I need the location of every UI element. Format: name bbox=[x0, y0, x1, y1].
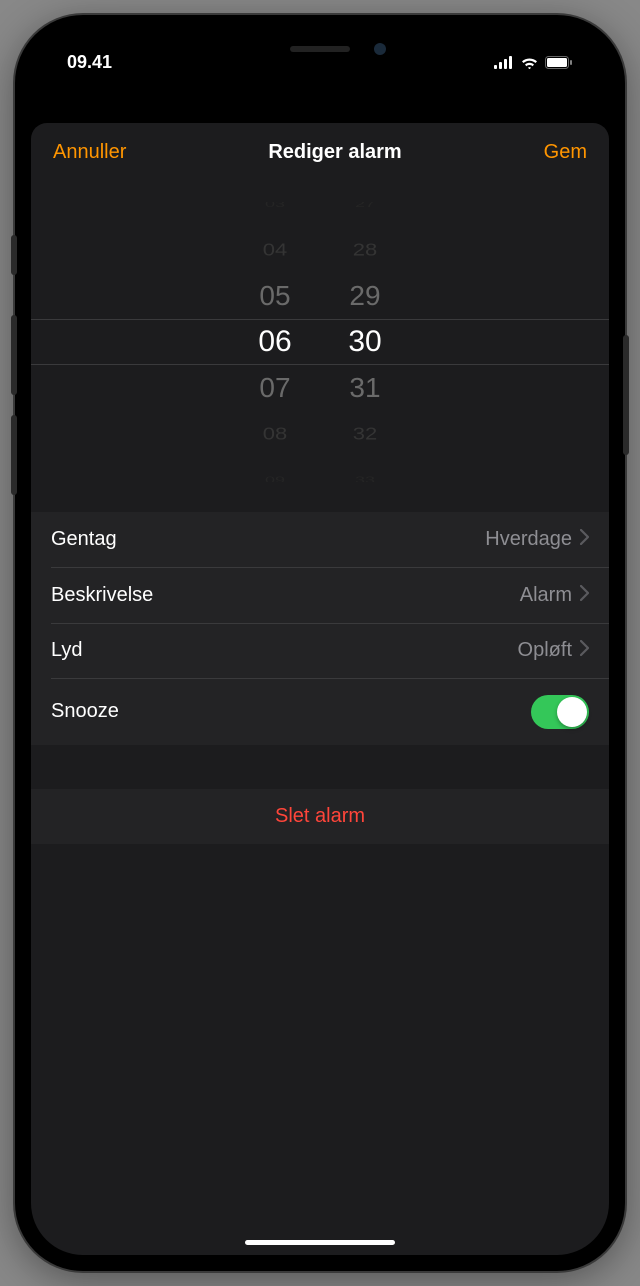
chevron-right-icon bbox=[580, 529, 589, 550]
picker-hour-option[interactable]: 04 bbox=[230, 232, 320, 269]
picker-minute-option[interactable]: 31 bbox=[320, 365, 410, 411]
app-content: Annuller Rediger alarm Gem 03 04 05 06 0… bbox=[31, 123, 609, 1255]
edit-alarm-modal: Annuller Rediger alarm Gem 03 04 05 06 0… bbox=[31, 123, 609, 1255]
page-title: Rediger alarm bbox=[268, 141, 401, 164]
picker-minute-option[interactable]: 28 bbox=[320, 232, 410, 269]
status-time: 09.41 bbox=[67, 52, 112, 73]
settings-group: Gentag Hverdage Beskrivelse Alarm bbox=[31, 512, 609, 745]
sound-row[interactable]: Lyd Opløft bbox=[31, 623, 609, 678]
chevron-right-icon bbox=[580, 585, 589, 606]
notch bbox=[200, 31, 440, 67]
time-picker[interactable]: 03 04 05 06 07 08 09 27 28 bbox=[31, 202, 609, 482]
picker-hour-option[interactable]: 09 bbox=[230, 469, 320, 483]
hour-picker[interactable]: 03 04 05 06 07 08 09 bbox=[230, 202, 320, 482]
home-indicator[interactable] bbox=[245, 1240, 395, 1245]
snooze-label: Snooze bbox=[51, 700, 119, 723]
speaker-icon bbox=[290, 46, 350, 52]
chevron-right-icon bbox=[580, 640, 589, 661]
picker-minute-option[interactable]: 32 bbox=[320, 416, 410, 453]
picker-hour-option[interactable]: 03 bbox=[230, 202, 320, 216]
description-value-wrap: Alarm bbox=[520, 584, 589, 607]
description-value: Alarm bbox=[520, 584, 572, 607]
snooze-row: Snooze bbox=[31, 679, 609, 745]
screen: 09.41 Annuller Rediger alarm Gem bbox=[31, 31, 609, 1255]
repeat-row[interactable]: Gentag Hverdage bbox=[31, 512, 609, 567]
wifi-icon bbox=[520, 56, 539, 69]
picker-minute-option[interactable]: 29 bbox=[320, 273, 410, 319]
picker-hour-option[interactable]: 08 bbox=[230, 416, 320, 453]
save-button[interactable]: Gem bbox=[544, 141, 587, 164]
minute-picker[interactable]: 27 28 29 30 31 32 33 bbox=[320, 202, 410, 482]
description-row[interactable]: Beskrivelse Alarm bbox=[31, 568, 609, 623]
silent-switch bbox=[11, 235, 17, 275]
snooze-toggle[interactable] bbox=[531, 695, 589, 729]
picker-hour-option[interactable]: 05 bbox=[230, 273, 320, 319]
description-label: Beskrivelse bbox=[51, 584, 153, 607]
nav-bar: Annuller Rediger alarm Gem bbox=[31, 123, 609, 182]
picker-minute-option[interactable]: 27 bbox=[320, 202, 410, 216]
picker-minute-selected[interactable]: 30 bbox=[320, 319, 410, 365]
picker-hour-selected[interactable]: 06 bbox=[230, 319, 320, 365]
phone-frame: 09.41 Annuller Rediger alarm Gem bbox=[15, 15, 625, 1271]
status-icons bbox=[494, 56, 573, 69]
power-button bbox=[623, 335, 629, 455]
volume-up-button bbox=[11, 315, 17, 395]
repeat-value: Hverdage bbox=[485, 528, 572, 551]
signal-icon bbox=[494, 56, 514, 69]
volume-down-button bbox=[11, 415, 17, 495]
picker-hour-option[interactable]: 07 bbox=[230, 365, 320, 411]
sound-label: Lyd bbox=[51, 639, 83, 662]
toggle-knob bbox=[557, 697, 587, 727]
camera-icon bbox=[374, 43, 386, 55]
delete-alarm-button[interactable]: Slet alarm bbox=[31, 789, 609, 844]
battery-icon bbox=[545, 56, 573, 69]
picker-minute-option[interactable]: 33 bbox=[320, 469, 410, 483]
cancel-button[interactable]: Annuller bbox=[53, 141, 126, 164]
sound-value-wrap: Opløft bbox=[518, 639, 589, 662]
repeat-value-wrap: Hverdage bbox=[485, 528, 589, 551]
repeat-label: Gentag bbox=[51, 528, 117, 551]
sound-value: Opløft bbox=[518, 639, 572, 662]
